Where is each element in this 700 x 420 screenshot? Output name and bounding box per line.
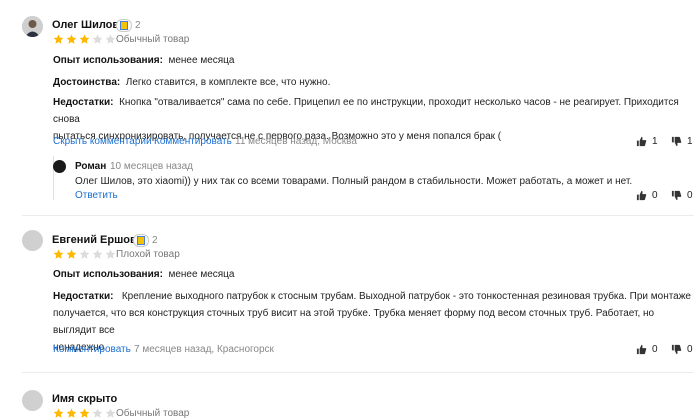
review-author[interactable]: Имя скрыто — [52, 393, 117, 405]
usage-value: менее месяца — [168, 55, 235, 66]
pros-line: Достоинства: Легко ставится, в комплекте… — [53, 74, 330, 91]
hide-comments-link[interactable]: Скрыть комментарии — [53, 136, 152, 147]
star-empty-icon — [79, 249, 90, 259]
thumbs-down-icon — [671, 136, 682, 147]
dislike-count: 0 — [687, 190, 693, 201]
reply-avatar — [53, 160, 66, 173]
badge-count: 2 — [152, 235, 158, 246]
avatar — [22, 16, 43, 37]
badge-icon — [116, 19, 132, 32]
cons-label: Недостатки: — [53, 97, 114, 108]
star-empty-icon — [92, 249, 103, 259]
star-filled-icon — [66, 408, 77, 418]
review-meta: 11 месяцев назад, Москва — [235, 136, 357, 147]
usage-value: менее месяца — [168, 269, 235, 280]
dislike-count: 1 — [687, 136, 693, 147]
usage-line: Опыт использования: менее месяца — [53, 266, 234, 283]
avatar — [22, 230, 43, 251]
rating-label: Обычный товар — [116, 34, 190, 45]
like-button[interactable]: 1 — [636, 136, 658, 147]
pros-label: Достоинства: — [53, 77, 121, 88]
author-badge: 2 — [133, 234, 158, 247]
star-empty-icon — [92, 408, 103, 418]
rating-label: Обычный товар — [116, 408, 190, 419]
reply-author[interactable]: Роман — [75, 161, 106, 172]
like-count: 1 — [652, 136, 658, 147]
badge-count: 2 — [135, 20, 141, 31]
rating-stars — [53, 249, 116, 260]
star-empty-icon — [92, 34, 103, 44]
thumbs-down-icon — [671, 190, 682, 201]
star-filled-icon — [53, 249, 64, 259]
cons-text: Кнопка "отваливается" сама по себе. Приц… — [53, 97, 679, 125]
like-count: 0 — [652, 190, 658, 201]
cons-text: Крепление выходного патрубок к стосным т… — [121, 291, 691, 302]
review-divider — [22, 215, 694, 216]
thumbs-down-icon — [671, 344, 682, 355]
dislike-button[interactable]: 0 — [671, 344, 693, 355]
usage-label: Опыт использования: — [53, 269, 163, 280]
author-badge: 2 — [116, 19, 141, 32]
avatar — [22, 390, 43, 411]
reply-time: 10 месяцев назад — [110, 161, 193, 172]
dislike-button[interactable]: 1 — [671, 136, 693, 147]
reply-like-button[interactable]: 0 — [636, 190, 658, 201]
like-count: 0 — [652, 344, 658, 355]
star-filled-icon — [79, 408, 90, 418]
star-empty-icon — [105, 34, 116, 44]
reply-text: Олег Шилов, это xiaomi)) у них так со вс… — [75, 176, 633, 187]
star-empty-icon — [105, 408, 116, 418]
like-button[interactable]: 0 — [636, 344, 658, 355]
reply-dislike-button[interactable]: 0 — [671, 190, 693, 201]
review-meta: 7 месяцев назад, Красногорск — [134, 344, 274, 355]
cons-text: получается, что вся конструкция сточных … — [53, 308, 655, 336]
dislike-count: 0 — [687, 344, 693, 355]
review-divider — [22, 372, 694, 373]
comment-link[interactable]: Комментировать — [154, 136, 232, 147]
rating-label: Плохой товар — [116, 249, 180, 260]
cons-label: Недостатки: — [53, 291, 114, 302]
usage-line: Опыт использования: менее месяца — [53, 52, 234, 69]
pros-value: Легко ставится, в комплекте все, что нуж… — [125, 77, 331, 88]
thumbs-up-icon — [636, 190, 647, 201]
review-author[interactable]: Олег Шилов — [52, 19, 119, 31]
star-filled-icon — [66, 34, 77, 44]
rating-stars — [53, 34, 116, 45]
star-filled-icon — [66, 249, 77, 259]
usage-label: Опыт использования: — [53, 55, 163, 66]
comment-link[interactable]: Комментировать — [53, 344, 131, 355]
badge-icon — [133, 234, 149, 247]
star-empty-icon — [105, 249, 116, 259]
rating-stars — [53, 408, 116, 419]
star-filled-icon — [53, 408, 64, 418]
reply-link[interactable]: Ответить — [75, 190, 118, 201]
star-filled-icon — [79, 34, 90, 44]
review-author[interactable]: Евгений Ершов — [52, 234, 137, 246]
thumbs-up-icon — [636, 136, 647, 147]
thumbs-up-icon — [636, 344, 647, 355]
star-filled-icon — [53, 34, 64, 44]
